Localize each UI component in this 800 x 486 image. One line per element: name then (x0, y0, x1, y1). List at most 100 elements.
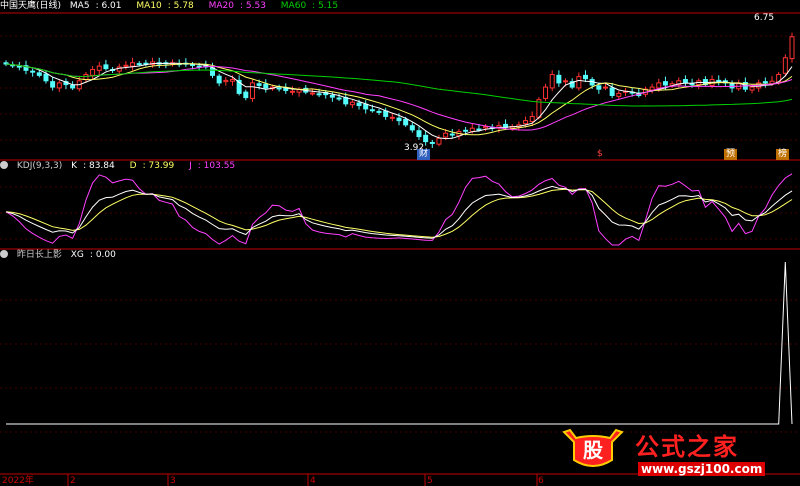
stock-chart[interactable] (0, 0, 800, 486)
candle-body (349, 101, 355, 106)
kdj-j-label: J (189, 161, 192, 171)
candle-body (363, 103, 369, 110)
dollar-marker[interactable]: $ (595, 149, 605, 160)
candle-body (576, 76, 582, 89)
kdj-k-value: 83.84 (88, 161, 115, 171)
ma20-readout: MA20: 5.53 (208, 1, 266, 11)
kdj-j-value: 103.55 (203, 161, 236, 171)
candle-body (656, 82, 662, 89)
ma20-value: 5.53 (245, 1, 266, 11)
candle-body (369, 109, 375, 112)
candle-body (602, 86, 608, 89)
custom-title: 昨日长上影 (16, 250, 62, 260)
logo-badge-icon: 股 (562, 428, 624, 467)
candle-body (130, 62, 136, 67)
candle-body (30, 70, 36, 73)
stock-title: 中国天鹰(日线) (0, 1, 62, 11)
candle-body (529, 115, 535, 122)
kdj-d-line (5, 188, 793, 238)
candle-body (289, 90, 295, 93)
ma60-value: 5.15 (318, 1, 339, 11)
x-axis-month-4: 4 (310, 476, 316, 486)
candle-body (449, 133, 455, 136)
kdj-k-label: K (71, 161, 78, 171)
candle-body (96, 65, 102, 71)
finance-marker[interactable]: 财 (417, 149, 431, 160)
candle-body (229, 79, 235, 82)
candle-body (136, 63, 142, 66)
candle-body (689, 83, 695, 86)
candle-body (543, 86, 549, 99)
candle-body (376, 110, 382, 113)
candle-body (389, 116, 395, 119)
x-axis-year: 2022年 (2, 476, 34, 486)
ma5-readout: MA5: 6.01 (69, 1, 122, 11)
xg-value: 0.00 (95, 250, 116, 260)
candle-body (616, 92, 622, 97)
kdj-j-readout: J: 103.55 (189, 161, 236, 171)
candle-body (256, 83, 262, 86)
candle-body (423, 134, 429, 143)
forecast-marker[interactable]: 预 (724, 149, 738, 160)
candle-body (443, 132, 449, 138)
candle-body (523, 120, 529, 125)
candle-body (549, 74, 555, 89)
xg-line (6, 261, 793, 425)
candle-body (609, 87, 615, 96)
candle-body (403, 118, 409, 126)
candle-body (16, 65, 22, 68)
candle-body (476, 128, 482, 131)
kdj-header: KDJ(9,3,3) K: 83.84 D: 73.99 J: 103.55 (0, 160, 247, 172)
candle-body (662, 81, 668, 86)
candle-body (43, 73, 49, 82)
x-axis-month-3: 3 (170, 476, 176, 486)
candle-body (56, 82, 62, 89)
ma10-readout: MA10: 5.78 (136, 1, 194, 11)
candle-body (190, 63, 196, 66)
xg-label: XG (70, 250, 84, 260)
candle-body (90, 68, 96, 76)
candle-body (309, 92, 315, 95)
ma20-label: MA20 (208, 1, 234, 11)
candle-body (463, 129, 469, 132)
candle-body (429, 141, 435, 144)
candle-body (356, 102, 362, 107)
custom-toggle-icon[interactable] (0, 250, 8, 258)
candle-body (243, 91, 249, 99)
candle-body (316, 93, 322, 96)
main-header: 中国天鹰(日线) MA5: 6.01 MA10: 5.78 MA20: 5.53… (0, 0, 350, 12)
high-price-label: 6.75 (754, 13, 775, 23)
x-axis-month-5: 5 (427, 476, 433, 486)
kdj-toggle-icon[interactable] (0, 161, 8, 169)
candle-body (789, 36, 795, 60)
candle-body (729, 83, 735, 89)
ma5-value: 6.01 (101, 1, 122, 11)
kdj-title: KDJ(9,3,3) (16, 161, 63, 171)
logo-badge-text: 股 (583, 438, 603, 462)
custom-header: 昨日长上影 XG: 0.00 (0, 249, 128, 261)
kdj-k-line (5, 185, 793, 239)
ma5-label: MA5 (69, 1, 90, 11)
xg-readout: XG: 0.00 (70, 250, 116, 260)
candle-body (209, 67, 215, 76)
kdj-d-readout: D: 73.99 (129, 161, 175, 171)
kdj-d-label: D (129, 161, 137, 171)
logo-wordmark: 公式之家 (635, 432, 739, 461)
ranking-marker[interactable]: 榜 (776, 149, 790, 160)
candle-body (123, 64, 129, 67)
x-axis-month-6: 6 (538, 476, 544, 486)
ma10-value: 5.78 (173, 1, 194, 11)
kdj-d-value: 73.99 (148, 161, 175, 171)
candle-body (583, 74, 589, 80)
candle-body (223, 79, 229, 83)
ma60-label: MA60 (280, 1, 307, 11)
candle-body (782, 57, 788, 74)
candle-body (409, 125, 415, 131)
candle-body (563, 80, 569, 83)
candle-body (70, 84, 76, 89)
candle-body (263, 83, 269, 89)
candle-body (749, 86, 755, 91)
ma60-readout: MA60: 5.15 (280, 1, 339, 11)
candle-body (596, 85, 602, 90)
candle-body (249, 82, 255, 99)
